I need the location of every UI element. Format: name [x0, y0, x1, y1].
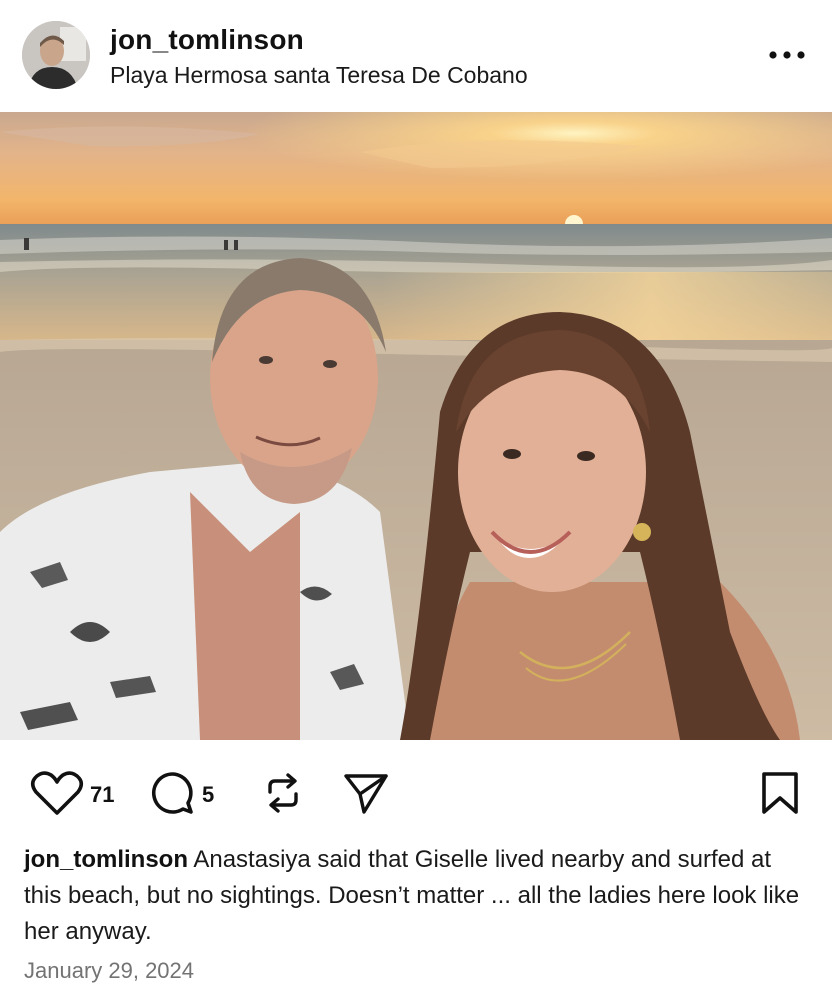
post-location[interactable]: Playa Hermosa santa Teresa De Cobano [110, 62, 528, 89]
post-username[interactable]: jon_tomlinson [110, 24, 304, 56]
repost-button[interactable] [260, 770, 306, 820]
like-count[interactable]: 71 [90, 782, 114, 808]
bookmark-icon [758, 770, 802, 821]
post-caption: jon_tomlinson Anastasiya said that Gisel… [24, 842, 814, 950]
action-bar [0, 740, 832, 848]
avatar[interactable] [22, 21, 90, 89]
more-options-icon[interactable] [762, 30, 812, 80]
comment-icon [150, 770, 196, 821]
share-button[interactable] [342, 770, 390, 820]
like-button[interactable]: 71 [30, 770, 114, 820]
save-button[interactable] [758, 770, 802, 820]
comment-count[interactable]: 5 [202, 782, 214, 808]
post-date: January 29, 2024 [24, 958, 195, 983]
repost-icon [260, 770, 306, 821]
post-header: jon_tomlinson Playa Hermosa santa Teresa… [0, 0, 832, 112]
share-icon [342, 770, 390, 821]
heart-icon [30, 770, 84, 821]
post-photo[interactable] [0, 112, 832, 740]
comment-button[interactable]: 5 [150, 770, 214, 820]
caption-username[interactable]: jon_tomlinson [24, 846, 188, 873]
